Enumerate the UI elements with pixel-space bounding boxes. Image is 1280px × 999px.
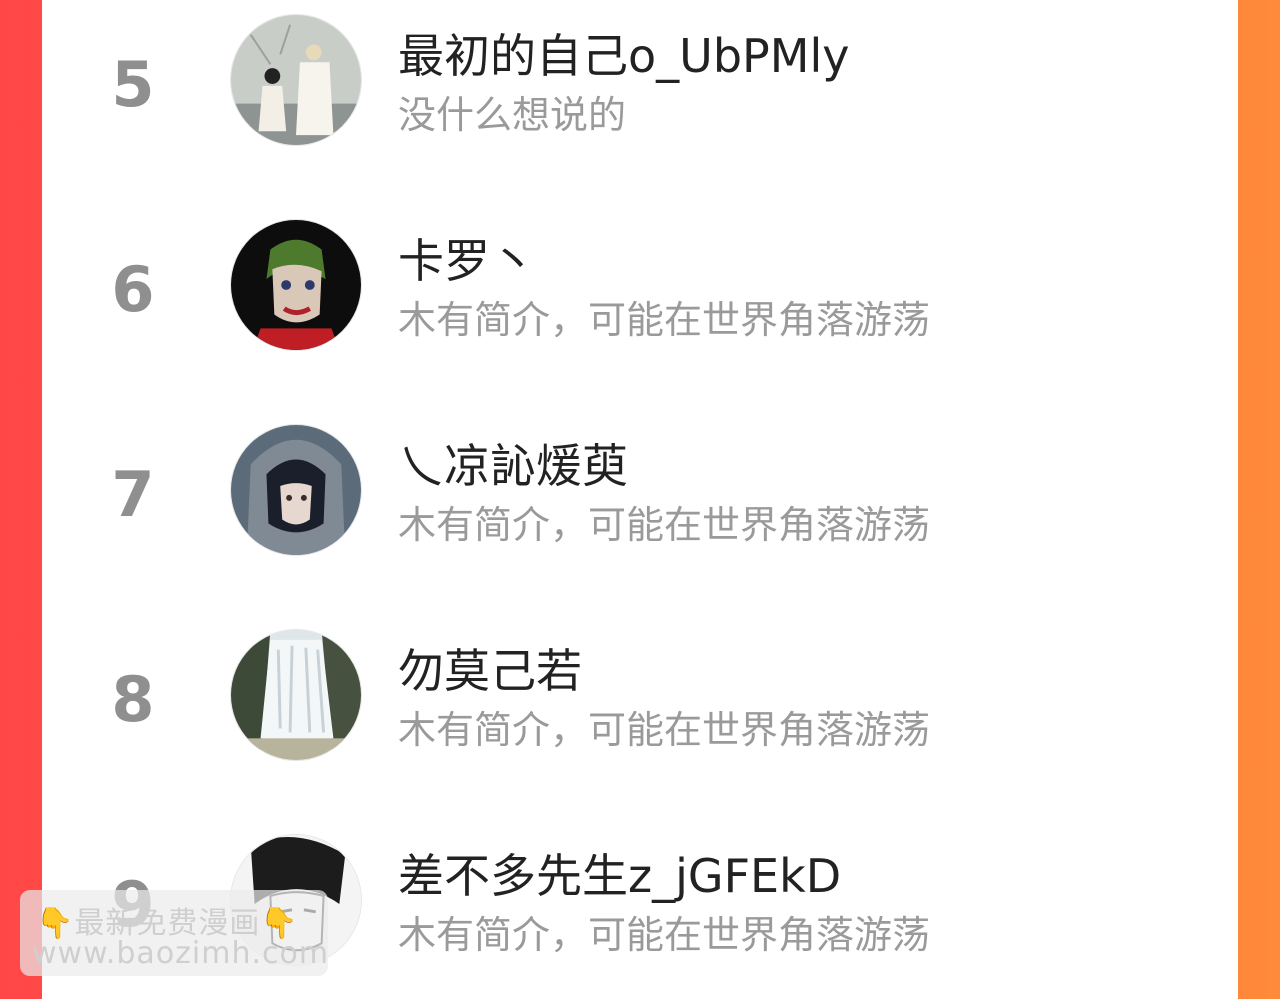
- ranking-row[interactable]: 5 最初的自己o_UbPMly 没什么想说的: [42, 0, 1238, 160]
- ranking-row[interactable]: 7 乀凉訫煖萸 木有简介，可能在世界角落游荡: [42, 410, 1238, 570]
- watermark-url: www.baozimh.com: [32, 936, 330, 971]
- ranking-row[interactable]: 8 勿莫己若 木有简介，可能在世界角落游荡: [42, 615, 1238, 775]
- user-bio: 木有简介，可能在世界角落游荡: [398, 913, 931, 957]
- waterfall-avatar-icon[interactable]: [230, 629, 362, 761]
- ranking-row[interactable]: 6 卡罗丶 木有简介，可能在世界角落游荡: [42, 205, 1238, 365]
- rank-number: 7: [111, 458, 155, 531]
- anime-hooded-boy-avatar-icon[interactable]: [230, 424, 362, 556]
- rank-number: 5: [111, 48, 155, 121]
- user-name[interactable]: 勿莫己若: [398, 635, 582, 701]
- couple-illustration-avatar-icon[interactable]: [230, 14, 362, 146]
- rank-number: 8: [111, 663, 155, 736]
- user-name[interactable]: 差不多先生z_jGFEkD: [398, 840, 841, 906]
- watermark: 👇最新免费漫画👇 www.baozimh.com: [20, 890, 328, 976]
- user-name[interactable]: 最初的自己o_UbPMly: [398, 20, 849, 86]
- user-bio: 木有简介，可能在世界角落游荡: [398, 708, 931, 752]
- user-bio: 木有简介，可能在世界角落游荡: [398, 298, 931, 342]
- rank-number: 6: [111, 253, 155, 326]
- user-bio: 没什么想说的: [398, 93, 627, 137]
- user-name[interactable]: 卡罗丶: [398, 225, 536, 291]
- ranking-list: 5 最初的自己o_UbPMly 没什么想说的 6 卡罗丶 木有简介，可能在世界角…: [42, 0, 1238, 999]
- joker-avatar-icon[interactable]: [230, 219, 362, 351]
- user-bio: 木有简介，可能在世界角落游荡: [398, 503, 931, 547]
- user-name[interactable]: 乀凉訫煖萸: [398, 430, 628, 496]
